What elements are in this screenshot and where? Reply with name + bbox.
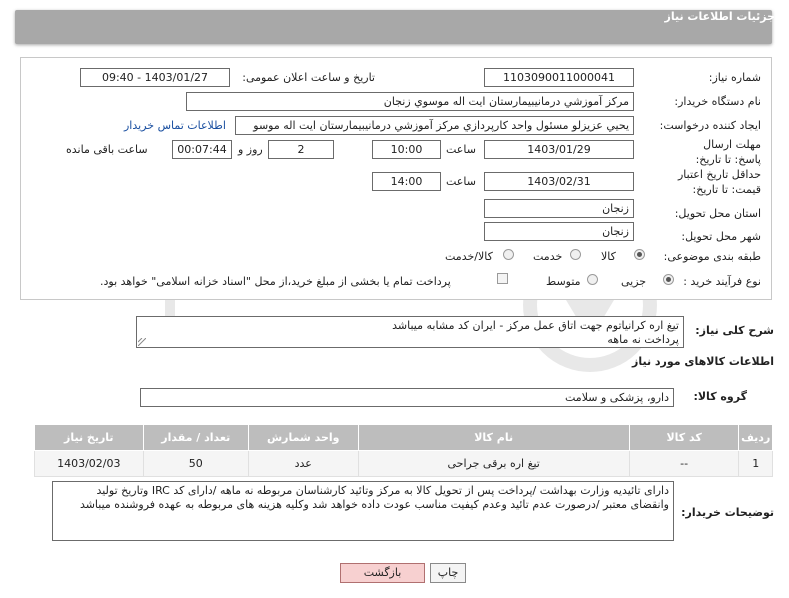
reply-deadline-date: 1403/01/29 [484,140,634,159]
table-row: 1 -- تیغ اره برقی جراحی عدد 50 1403/02/0… [34,450,773,477]
announce-datetime-label: تاریخ و ساعت اعلان عمومی: [242,71,375,84]
purchase-minor-radio[interactable] [663,274,674,285]
city-field: زنجان [484,222,634,241]
goods-info-title: اطلاعات کالاهای مورد نیاز [632,355,774,368]
resize-grip-icon [138,338,146,346]
cell-quantity: 50 [142,450,249,477]
remaining-time-field: 00:07:44 [172,140,232,159]
reply-deadline-label: مهلت ارسال پاسخ: تا تاریخ: [695,138,761,166]
category-label: طبقه بندی موضوعی: [663,250,761,263]
remaining-time-label: ساعت باقی مانده [66,143,148,156]
back-button[interactable]: بازگشت [340,563,425,583]
city-label: شهر محل تحویل: [681,230,761,243]
description-line-1: تیغ اره کرانیاتوم جهت اتاق عمل مرکز - ای… [392,319,679,332]
price-validity-time-label: ساعت [446,175,476,188]
description-label: شرح کلی نیاز: [695,324,774,337]
days-label: روز و [238,143,263,156]
goods-group-field: دارو، پزشکی و سلامت [140,388,674,407]
buyer-contact-link[interactable]: اطلاعات تماس خریدار [124,119,226,132]
price-validity-date: 1403/02/31 [484,172,634,191]
col-need-date: تاریخ نیاز [34,424,144,451]
col-goods-name: نام کالا [357,424,630,451]
remaining-days-field: 2 [268,140,334,159]
buyer-notes-textarea: دارای تائیدیه وزارت بهداشت /پرداخت پس از… [52,481,674,541]
col-goods-code: کد کالا [628,424,740,451]
province-label: استان محل تحویل: [674,207,761,220]
treasury-payment-checkbox[interactable] [497,273,508,284]
purchase-type-label: نوع فرآیند خرید : [683,275,761,288]
category-goods-service-label: کالا/خدمت [445,250,493,263]
goods-table-header: ردیف کد کالا نام کالا واحد شمارش تعداد /… [34,424,773,451]
cell-need-date: 1403/02/03 [34,450,144,477]
description-line-2: پرداخت نه ماهه [607,333,679,346]
purchase-medium-radio[interactable] [587,274,598,285]
buyer-notes-label: توضیحات خریدار: [681,506,774,519]
need-number-field: 1103090011000041 [484,68,634,87]
page-title: جزئیات اطلاعات نیاز [664,10,776,23]
description-textarea: تیغ اره کرانیاتوم جهت اتاق عمل مرکز - ای… [136,316,684,348]
reply-deadline-time: 10:00 [372,140,441,159]
cell-row-number: 1 [738,450,773,477]
category-goods-label: کالا [601,250,616,263]
purchase-medium-label: متوسط [546,275,581,288]
page-header [15,10,772,44]
buyer-org-label: نام دستگاه خریدار: [674,95,761,108]
buyer-org-field: مرکز آموزشي درمانيبيمارستان ايت اله موسو… [186,92,634,111]
creator-field: يحيي عزيزلو مسئول واحد کارپردازي مرکز آم… [235,116,634,135]
col-unit: واحد شمارش [247,424,359,451]
col-row-number: ردیف [738,424,773,451]
cell-goods-code: -- [628,450,740,477]
reply-time-label: ساعت [446,143,476,156]
cell-unit: عدد [247,450,359,477]
purchase-minor-label: جزیی [621,275,647,288]
cell-goods-name: تیغ اره برقی جراحی [357,450,630,477]
print-button[interactable]: چاپ [430,563,466,583]
creator-label: ایجاد کننده درخواست: [659,119,761,132]
announce-datetime-field: 1403/01/27 - 09:40 [80,68,230,87]
price-validity-label: حداقل تاریخ اعتبار قیمت: تا تاریخ: [677,168,761,196]
category-service-radio[interactable] [570,249,581,260]
goods-group-label: گروه کالا: [693,390,747,403]
treasury-payment-note: پرداخت تمام یا بخشی از مبلغ خرید،از محل … [100,275,451,288]
need-number-label: شماره نیاز: [708,71,761,84]
category-goods-service-radio[interactable] [503,249,514,260]
category-service-label: خدمت [533,250,563,263]
price-validity-time: 14:00 [372,172,441,191]
col-quantity: تعداد / مقدار [142,424,249,451]
province-field: زنجان [484,199,634,218]
category-goods-radio[interactable] [634,249,645,260]
goods-table: ردیف کد کالا نام کالا واحد شمارش تعداد /… [34,424,773,477]
